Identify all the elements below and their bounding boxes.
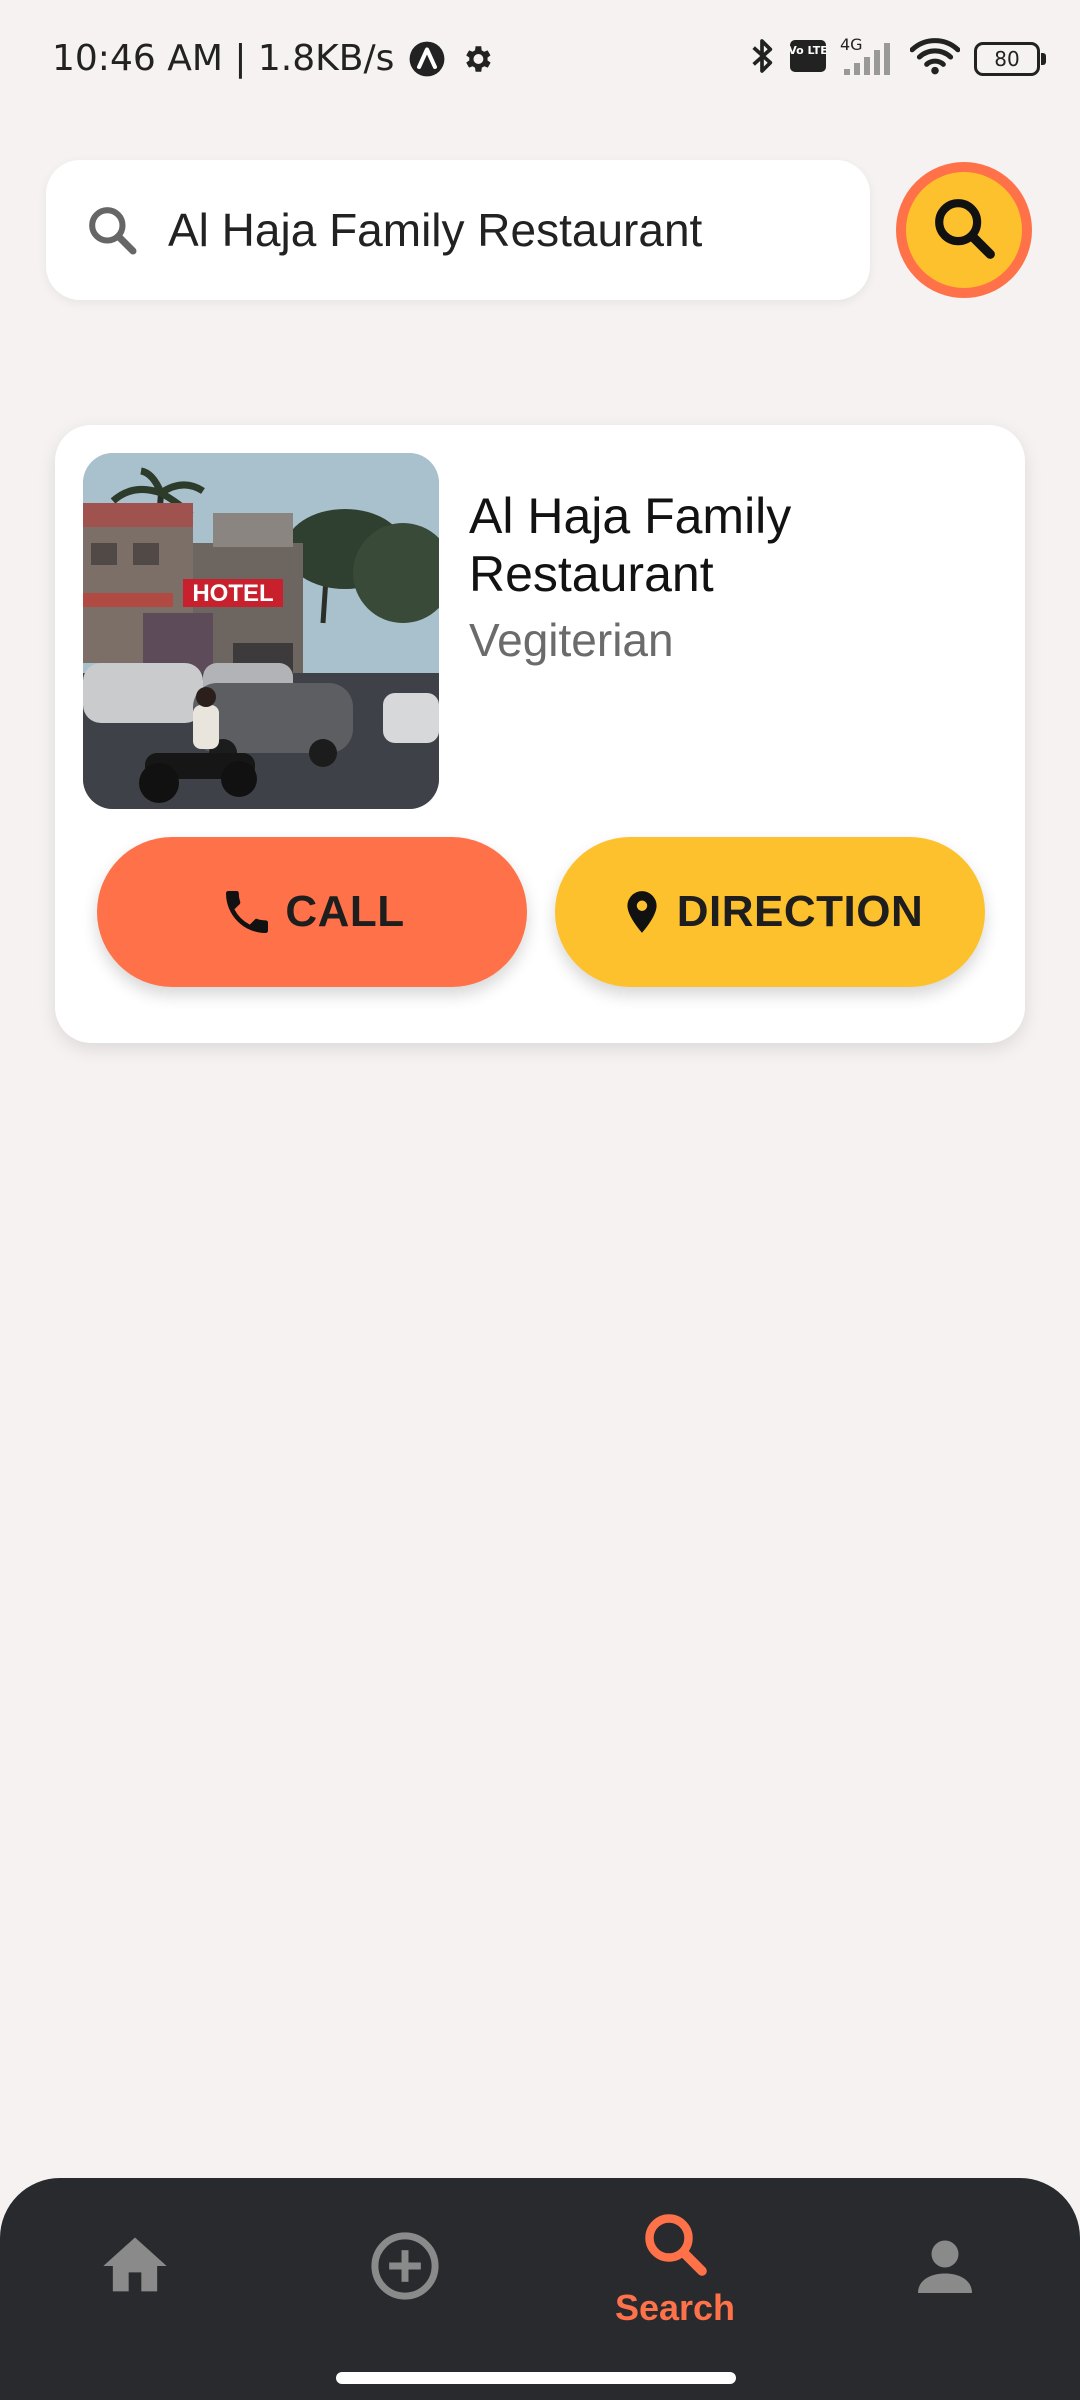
restaurant-card[interactable]: HOTEL Al Haja Family Restaurant Vegiteri… [55,425,1025,1043]
nav-home[interactable] [35,2178,235,2358]
status-right: Vo LTE 4G 80 [748,35,1046,81]
phone-icon [219,884,275,940]
app-notification-icon [408,40,446,78]
call-button[interactable]: CALL [97,837,527,987]
search-icon [84,202,140,258]
home-icon [97,2228,173,2309]
nav-search-label: Search [614,2286,736,2328]
location-pin-icon [617,884,667,940]
bluetooth-icon [748,36,776,81]
battery-level: 80 [994,46,1020,71]
nav-add[interactable] [305,2178,505,2358]
status-left: 10:46 AM | 1.8KB/s [52,38,494,79]
search-input[interactable] [168,203,848,257]
restaurant-category: Vegiterian [469,614,674,666]
volte-icon: Vo LTE [788,40,828,77]
volte-text: Vo LTE [790,44,826,57]
settings-gear-icon [460,42,494,76]
wifi-icon [909,37,961,80]
add-circle-icon [367,2228,443,2309]
nav-search[interactable]: Search [575,2178,775,2358]
status-bar: 10:46 AM | 1.8KB/s Vo LTE 4G 80 [0,0,1080,120]
search-button[interactable] [896,162,1032,298]
search-button-icon [929,193,999,268]
search-icon [639,2208,711,2285]
restaurant-name: Al Haja Family Restaurant [469,488,792,602]
network-badge: 4G [840,34,863,54]
bottom-navigation: Search [0,2178,1080,2400]
direction-button-label: DIRECTION [676,887,924,936]
search-bar[interactable] [46,160,870,300]
nav-profile[interactable] [845,2178,1045,2358]
battery-icon: 80 [974,41,1046,76]
home-indicator[interactable] [336,2372,736,2384]
signal-icon: 4G [840,35,896,77]
restaurant-photo: HOTEL [83,453,439,809]
hotel-sign-text: HOTEL [192,580,273,607]
direction-button[interactable]: DIRECTION [555,837,985,987]
call-button-label: CALL [285,887,405,936]
status-time: 10:46 AM | 1.8KB/s [52,38,395,79]
person-icon [909,2230,981,2307]
